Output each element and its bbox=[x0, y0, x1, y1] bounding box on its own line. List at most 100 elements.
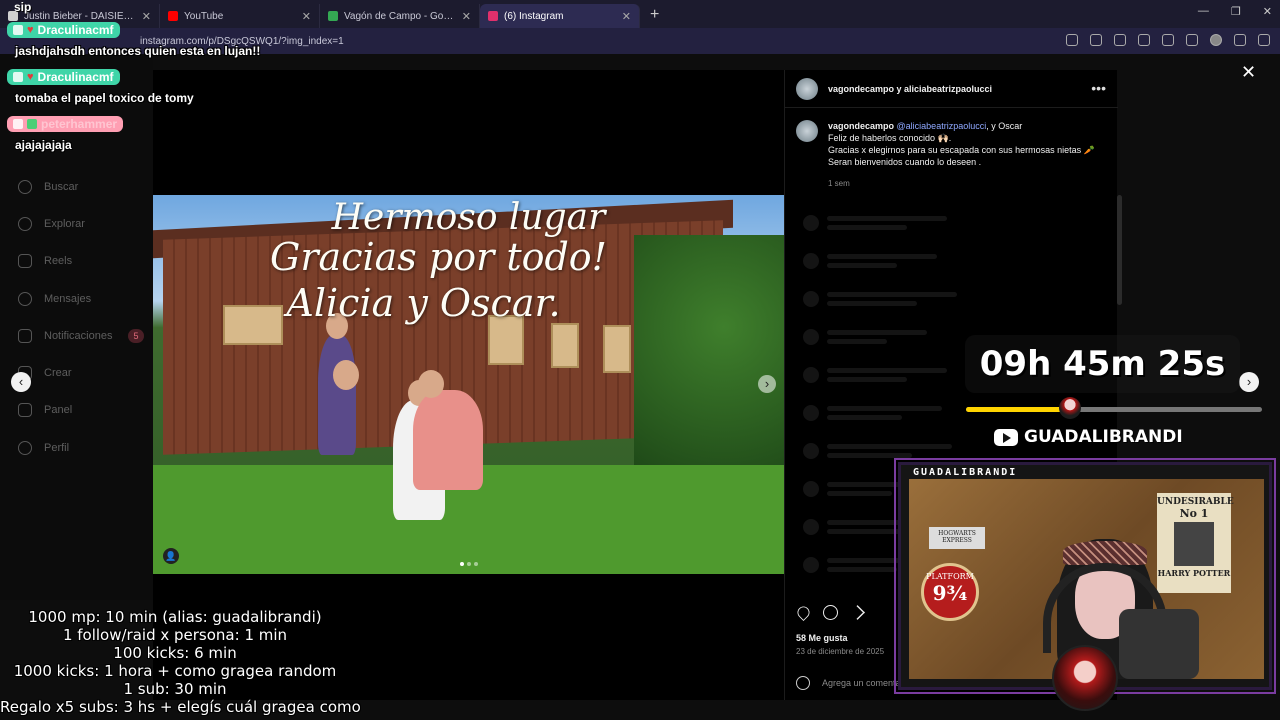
maps-tab-icon bbox=[328, 11, 338, 21]
post-image[interactable]: Hermoso lugar Gracias por todo! Alicia y… bbox=[153, 195, 784, 574]
close-window-icon[interactable]: ✕ bbox=[1263, 5, 1272, 18]
chat-username: Draculinacmf bbox=[37, 70, 114, 84]
bookmark-star-icon[interactable] bbox=[1090, 34, 1102, 46]
more-menu-icon[interactable] bbox=[1234, 34, 1246, 46]
favorites-icon[interactable] bbox=[1162, 34, 1174, 46]
browser-tab[interactable]: YouTube ✕ bbox=[160, 4, 320, 28]
skeleton-line bbox=[827, 263, 897, 268]
chat-prefix-text: sip bbox=[14, 0, 32, 14]
house-window bbox=[551, 323, 579, 368]
caption-line: Gracias x elegirnos para su escapada con… bbox=[828, 145, 1095, 155]
extensions-icon[interactable] bbox=[1138, 34, 1150, 46]
rule-line: 1 sub: 30 min bbox=[123, 680, 227, 698]
poster-title: UNDESIRABLE bbox=[1157, 497, 1234, 507]
image-caption-line: Hermoso lugar bbox=[331, 197, 606, 238]
nav-item-crear[interactable]: Crear bbox=[18, 354, 144, 391]
nav-item-notificaciones[interactable]: Notificaciones 5 bbox=[18, 317, 144, 354]
browser-tab-active[interactable]: (6) Instagram ✕ bbox=[480, 4, 640, 28]
comment-icon[interactable] bbox=[823, 605, 838, 620]
rule-line: 100 kicks: 6 min bbox=[113, 644, 237, 662]
profile-avatar-icon[interactable] bbox=[1210, 34, 1222, 46]
skeleton-line bbox=[827, 216, 947, 221]
apps-icon[interactable] bbox=[1066, 34, 1078, 46]
carousel-dot bbox=[466, 562, 471, 566]
nav-item-mensajes[interactable]: Mensajes bbox=[18, 280, 144, 317]
close-tab-icon[interactable]: ✕ bbox=[142, 10, 151, 23]
search-icon bbox=[18, 179, 32, 194]
nav-item-reels[interactable]: Reels bbox=[18, 243, 144, 280]
skeleton-line bbox=[827, 444, 952, 449]
platform-text: PLATFORM bbox=[926, 572, 974, 581]
youtube-logo-icon bbox=[994, 428, 1018, 446]
chat-badge-icon bbox=[13, 119, 23, 129]
caption-username[interactable]: vagondecampo bbox=[828, 121, 894, 131]
close-tab-icon[interactable]: ✕ bbox=[302, 10, 311, 23]
caption-mention[interactable]: @aliciabeatrizpaolucci bbox=[897, 121, 987, 131]
skeleton-lines bbox=[827, 368, 947, 382]
chat-message: jashdjahsdh entonces quien esta en lujan… bbox=[15, 44, 261, 58]
skeleton-line bbox=[827, 567, 897, 572]
skeleton-avatar bbox=[803, 405, 819, 421]
nav-item-buscar[interactable]: Buscar bbox=[18, 168, 144, 205]
hogwarts-express-sign: HOGWARTS EXPRESS bbox=[929, 527, 985, 549]
rule-line: 1000 mp: 10 min (alias: guadalibrandi) bbox=[28, 608, 322, 626]
shield-icon[interactable] bbox=[1186, 34, 1198, 46]
skeleton-line bbox=[827, 491, 892, 496]
author-avatar[interactable] bbox=[796, 77, 818, 100]
next-image-arrow-icon[interactable]: › bbox=[758, 375, 776, 393]
chat-message: ajajajajaja bbox=[15, 138, 72, 152]
progress-fill bbox=[966, 407, 1070, 412]
chat-badge-icon bbox=[13, 72, 23, 82]
close-modal-icon[interactable]: ✕ bbox=[1241, 62, 1256, 83]
window-controls: — ❐ ✕ bbox=[1198, 5, 1272, 18]
close-tab-icon[interactable]: ✕ bbox=[622, 10, 631, 23]
nav-item-panel[interactable]: Panel bbox=[18, 392, 144, 429]
skeleton-line bbox=[827, 453, 912, 458]
skeleton-line bbox=[827, 330, 927, 335]
loading-comment-placeholder bbox=[803, 253, 937, 269]
browser-tab[interactable]: Vagón de Campo - Google Maps ✕ bbox=[320, 4, 480, 28]
skeleton-line bbox=[827, 301, 917, 306]
nav-label: Panel bbox=[44, 404, 73, 417]
post-authors[interactable]: vagondecampo y aliciabeatrizpaolucci bbox=[828, 84, 992, 94]
skeleton-line bbox=[827, 529, 907, 534]
comments-scrollbar[interactable] bbox=[1117, 195, 1122, 305]
share-send-icon[interactable] bbox=[850, 605, 865, 620]
more-options-icon[interactable]: ••• bbox=[1091, 80, 1106, 96]
caption-line: Feliz de haberlos conocido 🙌🏻. bbox=[828, 133, 952, 143]
likes-count[interactable]: 58 Me gusta bbox=[796, 633, 848, 643]
emoji-icon[interactable] bbox=[796, 676, 810, 690]
heart-badge-icon: ♥ bbox=[27, 24, 34, 36]
nav-label: Explorar bbox=[44, 217, 85, 230]
tagged-user-icon[interactable]: 👤 bbox=[163, 548, 179, 564]
new-tab-icon[interactable]: + bbox=[640, 6, 669, 28]
skeleton-lines bbox=[827, 444, 952, 458]
nav-label: Notificaciones bbox=[44, 329, 113, 342]
rule-line: Regalo x5 subs: 3 hs + elegís cuál grage… bbox=[0, 698, 361, 716]
like-heart-icon[interactable] bbox=[795, 604, 812, 621]
minimize-icon[interactable]: — bbox=[1198, 5, 1209, 18]
rule-line: 1 follow/raid x persona: 1 min bbox=[62, 626, 288, 644]
browser-tab-bar: Justin Bieber - DAISIES (Audio) ✕ YouTub… bbox=[0, 0, 1280, 28]
skeleton-avatar bbox=[803, 367, 819, 383]
next-post-arrow-icon[interactable]: › bbox=[1239, 372, 1259, 392]
skeleton-line bbox=[827, 254, 937, 259]
progress-avatar-icon bbox=[1058, 397, 1081, 419]
refresh-icon[interactable] bbox=[1114, 34, 1126, 46]
nav-item-perfil[interactable]: Perfil bbox=[18, 429, 144, 466]
maximize-icon[interactable]: ❐ bbox=[1231, 5, 1241, 18]
caption-avatar[interactable] bbox=[796, 120, 818, 142]
previous-post-arrow-icon[interactable]: ‹ bbox=[11, 372, 31, 392]
youtube-tab-icon bbox=[168, 11, 178, 21]
caption-after-mention: , y Oscar bbox=[986, 121, 1023, 131]
instagram-sidebar: Buscar Explorar Reels Mensajes Notificac… bbox=[0, 54, 153, 600]
loading-comment-placeholder bbox=[803, 405, 942, 421]
tab-title: Justin Bieber - DAISIES (Audio) bbox=[24, 10, 136, 22]
nav-item-explorar[interactable]: Explorar bbox=[18, 205, 144, 242]
sidebar-toggle-icon[interactable] bbox=[1258, 34, 1270, 46]
poster-number: No 1 bbox=[1179, 507, 1209, 520]
skeleton-line bbox=[827, 377, 907, 382]
caption-timestamp: 1 sem bbox=[828, 179, 850, 188]
loading-comment-placeholder bbox=[803, 291, 957, 307]
close-tab-icon[interactable]: ✕ bbox=[462, 10, 471, 23]
